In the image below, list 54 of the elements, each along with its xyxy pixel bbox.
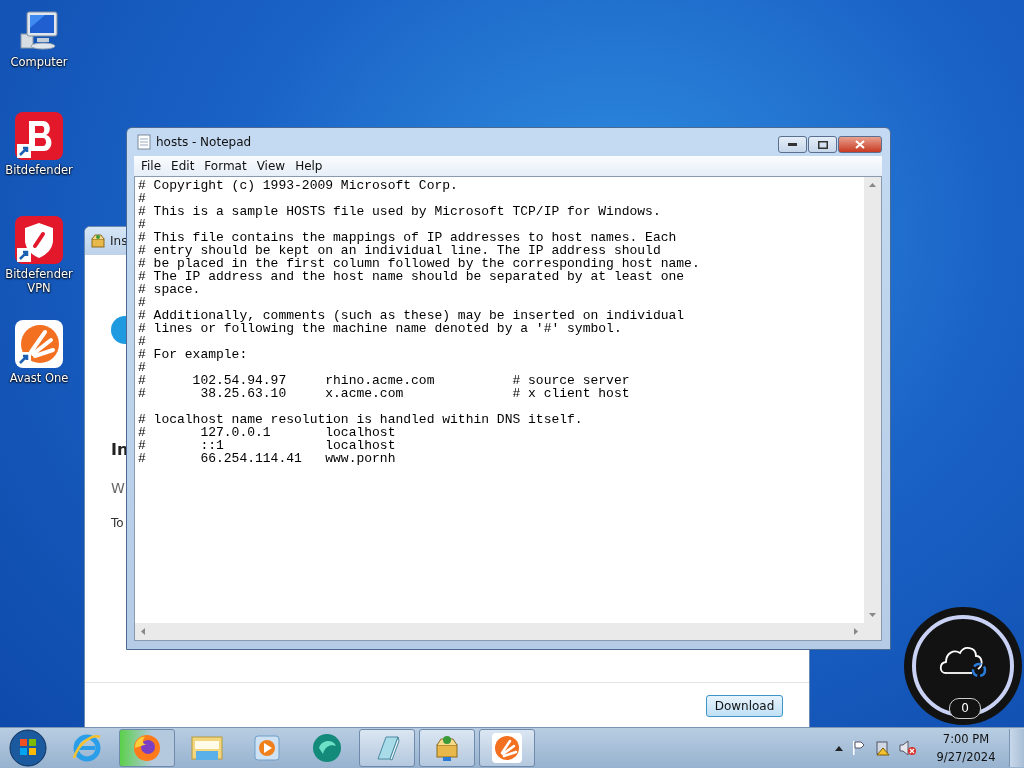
desktop-icon-label[interactable]: Bitdefender [2, 163, 76, 177]
letter-e-icon [71, 732, 103, 764]
minimize-icon [788, 143, 797, 146]
minimize-button[interactable] [778, 136, 807, 153]
scroll-down-icon[interactable] [869, 613, 876, 617]
window-title: hosts - Notepad [156, 135, 252, 149]
window-title: Ins [110, 234, 128, 248]
clock-date[interactable]: 9/27/2024 [936, 748, 996, 766]
rays-app-icon [492, 733, 522, 763]
desktop-icon-label[interactable]: Avast One [2, 371, 76, 385]
flag-icon[interactable] [851, 740, 867, 756]
menu-item[interactable]: Edit [166, 159, 200, 173]
speaker-muted-icon[interactable] [899, 740, 917, 756]
menu-item[interactable]: Help [290, 159, 328, 173]
vertical-scrollbar[interactable] [864, 177, 881, 623]
horizontal-scrollbar[interactable] [135, 623, 864, 640]
package-icon [90, 234, 106, 248]
scroll-left-icon[interactable] [141, 628, 145, 635]
shield-app-icon[interactable] [15, 216, 63, 264]
desktop-icon-label[interactable]: Computer [2, 55, 76, 69]
menu-item[interactable]: Format [199, 159, 252, 173]
sync-widget[interactable]: 0 [904, 607, 1022, 725]
show-hidden-icons-icon[interactable] [835, 745, 843, 751]
scroll-up-icon[interactable] [869, 183, 876, 187]
computer-icon[interactable] [17, 8, 61, 52]
taskbar-button[interactable] [479, 729, 535, 767]
desktop-icon-label[interactable]: Bitdefender VPN [2, 267, 76, 295]
folder-icon [190, 733, 224, 763]
notepad-icon [137, 134, 151, 150]
play-icon [253, 734, 281, 762]
menu-item[interactable]: File [136, 159, 167, 173]
taskbar-button[interactable] [359, 729, 415, 767]
taskbar-button[interactable] [119, 729, 175, 767]
letter-b-app-icon[interactable] [15, 112, 63, 160]
start-button[interactable] [9, 729, 47, 767]
swirl-icon [311, 732, 343, 764]
menu-item[interactable]: View [251, 159, 291, 173]
clock-time[interactable]: 7:00 PM [942, 730, 990, 748]
close-icon [855, 140, 865, 149]
download-button[interactable]: Download [706, 695, 783, 717]
maximize-button[interactable] [808, 136, 837, 153]
round-logo-icon [110, 315, 126, 345]
show-desktop-button[interactable] [1009, 729, 1024, 767]
progress-ring-icon [911, 614, 1015, 718]
fox-globe-icon [131, 732, 163, 764]
scroll-right-icon[interactable] [854, 628, 858, 635]
count-badge: 0 [949, 698, 981, 719]
installer-text: To [111, 516, 124, 530]
rays-app-icon[interactable] [15, 320, 63, 368]
network-warning-icon[interactable] [875, 740, 891, 756]
close-button[interactable] [838, 136, 882, 153]
maximize-icon [817, 140, 828, 149]
taskbar-button[interactable] [419, 729, 475, 767]
installer-text: W [111, 480, 125, 496]
